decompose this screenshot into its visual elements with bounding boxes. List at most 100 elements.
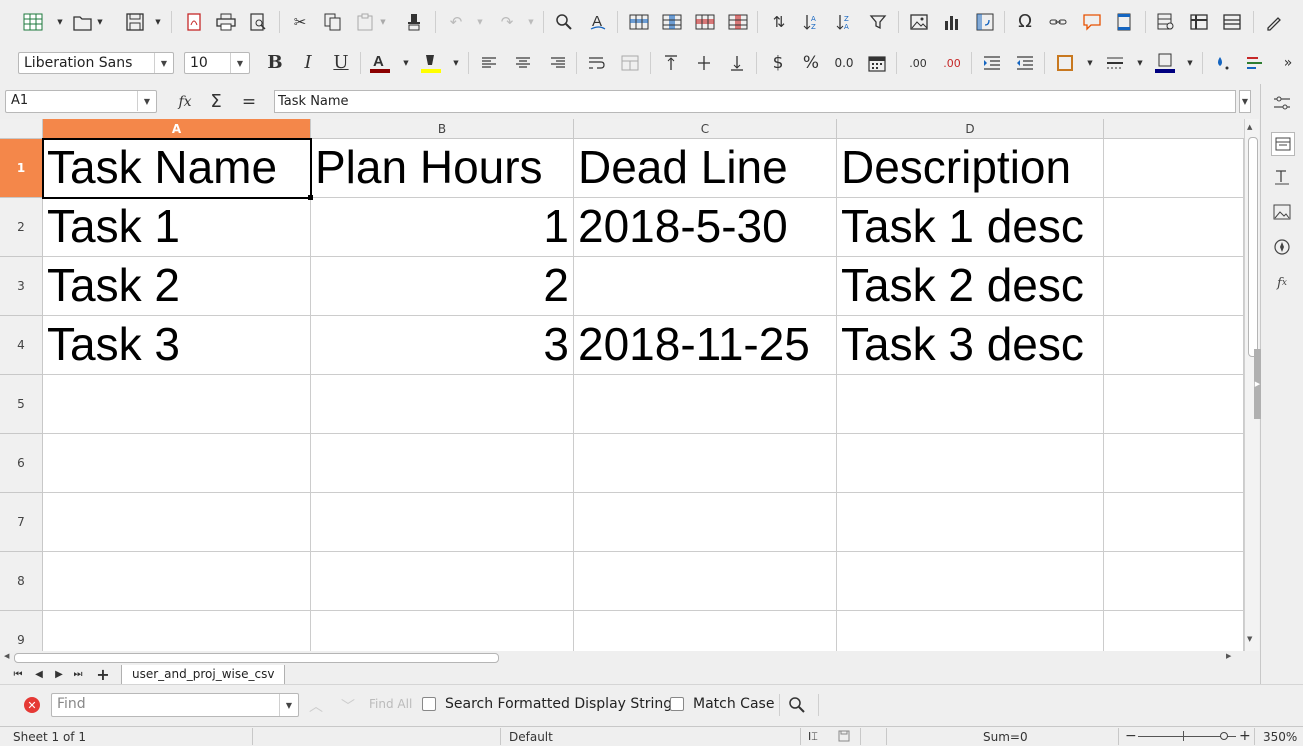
- cell-e4[interactable]: [1104, 316, 1244, 375]
- functions-icon[interactable]: fx: [1271, 272, 1293, 294]
- properties-icon[interactable]: [1271, 92, 1293, 114]
- zoom-slider-knob[interactable]: [1220, 732, 1228, 740]
- empty-cell[interactable]: [574, 611, 837, 651]
- bold-button[interactable]: B: [264, 52, 286, 74]
- underline-button[interactable]: U: [330, 52, 352, 74]
- find-all-button[interactable]: Find All: [369, 697, 412, 711]
- empty-cell[interactable]: [837, 434, 1104, 493]
- scroll-down-icon[interactable]: ▼: [1247, 635, 1252, 643]
- find-previous-icon[interactable]: ︿: [309, 696, 323, 716]
- row-header-4[interactable]: 4: [0, 316, 43, 375]
- sheet-tab-user-and-proj-wise-csv[interactable]: user_and_proj_wise_csv: [121, 665, 286, 685]
- undo-icon[interactable]: ↶: [445, 11, 467, 33]
- merge-cells-icon[interactable]: [619, 52, 641, 74]
- add-decimal-button[interactable]: .00: [907, 52, 929, 74]
- comment-icon[interactable]: [1081, 11, 1103, 33]
- empty-cell[interactable]: [574, 493, 837, 552]
- sidebar-collapse-handle[interactable]: ▶: [1254, 349, 1261, 419]
- empty-cell[interactable]: [43, 552, 311, 611]
- define-print-area-icon[interactable]: [1155, 11, 1177, 33]
- zoom-out-icon[interactable]: −: [1125, 728, 1137, 744]
- next-sheet-icon[interactable]: ▶: [50, 664, 68, 686]
- empty-cell[interactable]: [1104, 493, 1244, 552]
- find-replace-dialog-icon[interactable]: [786, 694, 808, 716]
- empty-cell[interactable]: [311, 375, 574, 434]
- cell-b4[interactable]: 3: [311, 316, 574, 375]
- cell-c1[interactable]: Dead Line: [574, 139, 837, 198]
- borders-dropdown-icon[interactable]: ▼: [1086, 52, 1094, 74]
- zoom-level[interactable]: 350%: [1263, 730, 1297, 744]
- close-find-bar-icon[interactable]: ✕: [24, 697, 40, 713]
- more-options-icon[interactable]: »: [1277, 52, 1299, 74]
- border-color-dropdown-icon[interactable]: ▼: [1186, 52, 1194, 74]
- open-icon[interactable]: [72, 11, 94, 33]
- clone-formatting-icon[interactable]: [403, 11, 425, 33]
- align-left-icon[interactable]: [478, 52, 500, 74]
- empty-cell[interactable]: [1104, 552, 1244, 611]
- styles-sidebar-icon[interactable]: [1271, 132, 1295, 156]
- cell-b1[interactable]: Plan Hours: [311, 139, 574, 198]
- empty-cell[interactable]: [311, 552, 574, 611]
- redo-dropdown-icon[interactable]: ▼: [527, 11, 535, 33]
- number-format-button[interactable]: 0.0: [833, 52, 855, 74]
- cell-d2[interactable]: Task 1 desc: [837, 198, 1104, 257]
- empty-cell[interactable]: [43, 434, 311, 493]
- export-pdf-icon[interactable]: [183, 11, 205, 33]
- horizontal-scrollbar[interactable]: ◀ ▶: [4, 652, 1236, 663]
- spreadsheet-grid[interactable]: A B C D 1 2 3 4 5 6 7 8 9 Task Name Plan…: [0, 119, 1244, 651]
- percent-format-button[interactable]: %: [800, 52, 822, 74]
- sort-ascending-icon[interactable]: AZ: [800, 11, 822, 33]
- cell-d1[interactable]: Description: [837, 139, 1104, 198]
- row-header-6[interactable]: 6: [0, 434, 43, 493]
- cell-d4[interactable]: Task 3 desc: [837, 316, 1104, 375]
- pivot-table-icon[interactable]: [974, 11, 996, 33]
- borders-icon[interactable]: [1054, 52, 1076, 74]
- navigator-icon[interactable]: [1271, 236, 1293, 258]
- text-attributes-icon[interactable]: [1271, 166, 1293, 188]
- save-dropdown-icon[interactable]: ▼: [154, 11, 162, 33]
- align-top-icon[interactable]: [660, 52, 682, 74]
- page-style[interactable]: Default: [509, 730, 553, 744]
- empty-cell[interactable]: [43, 493, 311, 552]
- align-center-icon[interactable]: [512, 52, 534, 74]
- paste-dropdown-icon[interactable]: ▼: [379, 11, 387, 33]
- find-input[interactable]: Find ▼: [51, 693, 299, 717]
- empty-cell[interactable]: [574, 375, 837, 434]
- delete-rows-icon[interactable]: [694, 11, 716, 33]
- spelling-icon[interactable]: A: [587, 11, 609, 33]
- empty-cell[interactable]: [1104, 375, 1244, 434]
- save-icon[interactable]: [124, 11, 146, 33]
- name-box[interactable]: A1 ▼: [5, 90, 157, 113]
- scroll-up-icon[interactable]: ▲: [1247, 123, 1252, 131]
- conditional-format-icon[interactable]: [1211, 52, 1233, 74]
- find-next-icon[interactable]: ﹀: [341, 696, 355, 716]
- sort-descending-icon[interactable]: ZA: [833, 11, 855, 33]
- row-icon[interactable]: [628, 11, 650, 33]
- paste-icon[interactable]: [354, 11, 376, 33]
- decrease-indent-icon[interactable]: [1014, 52, 1036, 74]
- cell-a2[interactable]: Task 1: [43, 198, 311, 257]
- cell-b3[interactable]: 2: [311, 257, 574, 316]
- cell-d3[interactable]: Task 2 desc: [837, 257, 1104, 316]
- match-case-checkbox[interactable]: [670, 697, 684, 711]
- cell-c3[interactable]: [574, 257, 837, 316]
- insert-mode-icon[interactable]: I⌶: [808, 730, 818, 744]
- new-dropdown-icon[interactable]: ▼: [56, 11, 64, 33]
- font-size-box[interactable]: 10 ▼: [184, 52, 250, 74]
- empty-cell[interactable]: [574, 434, 837, 493]
- split-window-icon[interactable]: [1221, 11, 1243, 33]
- cell-a4[interactable]: Task 3: [43, 316, 311, 375]
- headers-footers-icon[interactable]: [1113, 11, 1135, 33]
- row-header-7[interactable]: 7: [0, 493, 43, 552]
- gallery-icon[interactable]: [1271, 201, 1293, 223]
- print-preview-icon[interactable]: [247, 11, 269, 33]
- column-header-e[interactable]: [1104, 119, 1244, 139]
- row-header-2[interactable]: 2: [0, 198, 43, 257]
- delete-columns-icon[interactable]: [727, 11, 749, 33]
- hyperlink-icon[interactable]: [1047, 11, 1069, 33]
- special-character-icon[interactable]: Ω: [1014, 11, 1036, 33]
- add-sheet-button[interactable]: +: [94, 664, 112, 686]
- open-dropdown-icon[interactable]: ▼: [96, 11, 104, 33]
- chevron-down-icon[interactable]: ▼: [279, 694, 298, 716]
- formula-input[interactable]: Task Name: [274, 90, 1236, 113]
